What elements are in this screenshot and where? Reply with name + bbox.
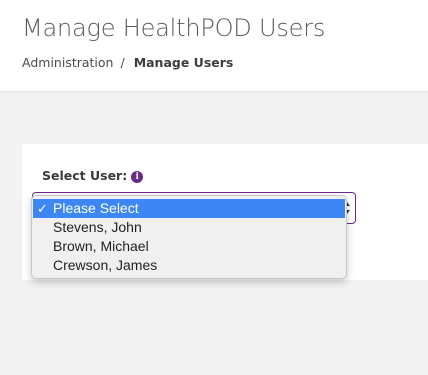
option-please-select[interactable]: ✓ Please Select [33, 199, 345, 218]
select-user-label-text: Select User: [42, 168, 128, 183]
option-label: Crewson, James [53, 257, 158, 273]
breadcrumb-separator: / [120, 55, 125, 70]
page-title: Manage HealthPOD Users [22, 14, 326, 42]
option-label: Stevens, John [53, 219, 142, 235]
breadcrumb-item-administration[interactable]: Administration [22, 55, 113, 70]
option-crewson-james[interactable]: Crewson, James [32, 256, 346, 275]
select-user-label: Select User: i [42, 168, 144, 183]
option-brown-michael[interactable]: Brown, Michael [32, 237, 346, 256]
breadcrumb-item-current: Manage Users [133, 55, 234, 70]
checkmark-icon: ✓ [37, 201, 48, 216]
breadcrumb: Administration / Manage Users [22, 55, 233, 70]
user-select-dropdown[interactable]: ✓ Please Select Stevens, John Brown, Mic… [31, 195, 347, 279]
page-header: Manage HealthPOD Users Administration / Ma… [0, 0, 428, 92]
option-label: Brown, Michael [53, 238, 149, 254]
option-label: Please Select [53, 200, 139, 216]
option-stevens-john[interactable]: Stevens, John [32, 218, 346, 237]
info-icon[interactable]: i [131, 171, 144, 183]
